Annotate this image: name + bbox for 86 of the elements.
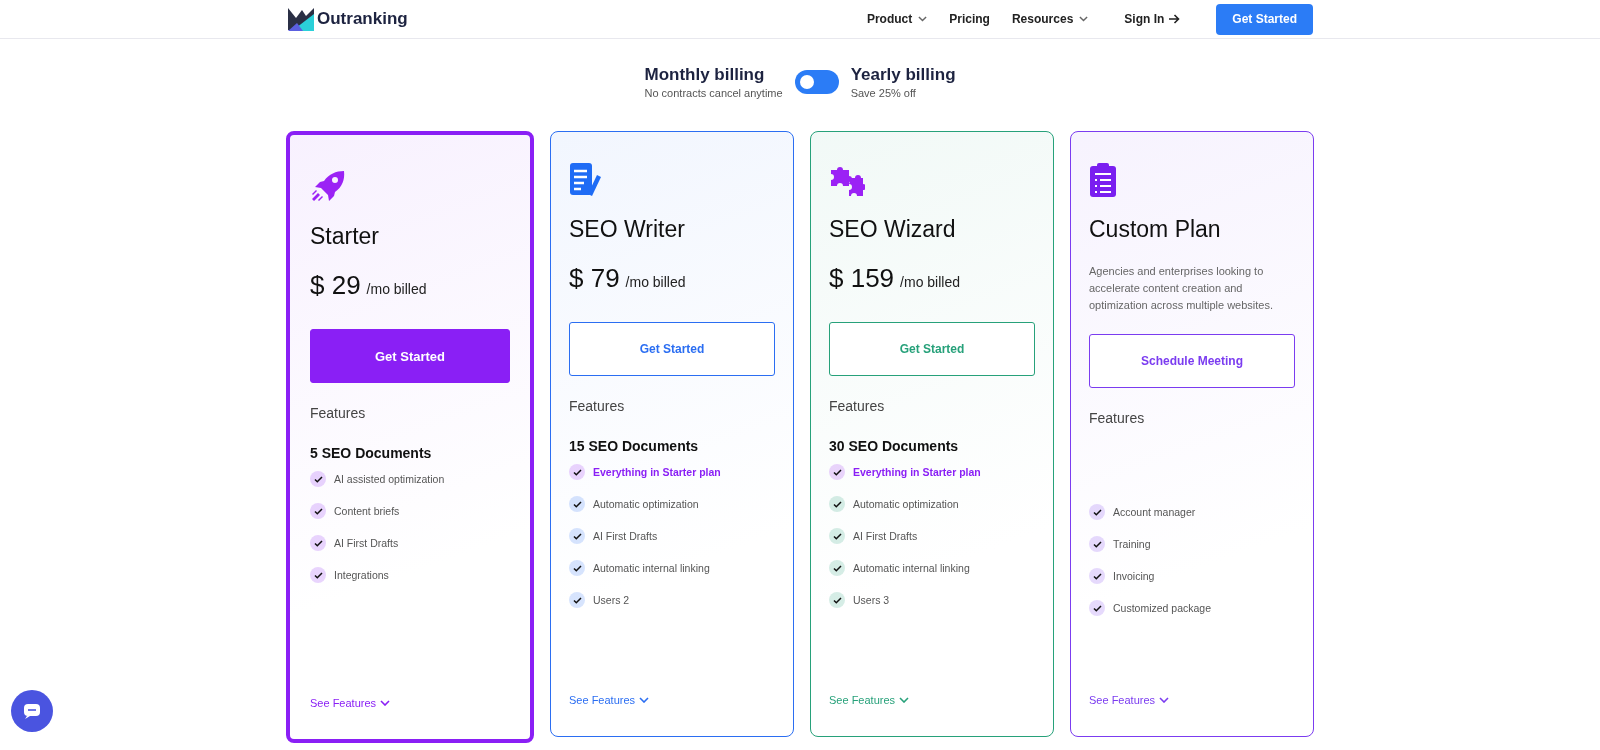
- nav-link[interactable]: Resources: [1011, 12, 1089, 26]
- chat-icon: [23, 703, 41, 719]
- check-icon: [310, 535, 326, 551]
- feature-text: AI First Drafts: [334, 537, 399, 549]
- feature-text: Automatic internal linking: [593, 562, 710, 574]
- feature-text: Users 2: [593, 594, 630, 606]
- feature-text: AI First Drafts: [593, 530, 658, 542]
- documents-count: 30 SEO Documents: [829, 438, 960, 454]
- feature-text: Content briefs: [334, 505, 400, 517]
- feature-text: Customized package: [1113, 602, 1212, 614]
- nav-link[interactable]: Product: [866, 12, 928, 26]
- check-icon: [569, 464, 585, 480]
- see-features-link[interactable]: See Features: [829, 694, 1035, 706]
- check-icon: [1089, 536, 1105, 552]
- documents-count: 5 SEO Documents: [310, 445, 433, 461]
- check-icon: [1089, 568, 1105, 584]
- check-icon: [1089, 600, 1105, 616]
- brand-name: Outranking: [317, 9, 408, 29]
- caret-icon: [918, 16, 928, 22]
- feature-text: AI First Drafts: [853, 530, 918, 542]
- document-pen-icon: [569, 162, 603, 198]
- price-period: /mo billed: [625, 274, 686, 290]
- plan-button[interactable]: Get Started: [310, 329, 510, 383]
- feature-text: AI assisted optimization: [334, 473, 445, 485]
- caret-icon: [639, 697, 650, 703]
- feature-text: Training: [1113, 538, 1151, 550]
- check-icon: [829, 496, 845, 512]
- feature-text: Automatic internal linking: [853, 562, 970, 574]
- features-label: Features: [569, 398, 626, 414]
- billing-option-subtitle: No contracts cancel anytime: [644, 87, 783, 99]
- billing-option-title: Monthly billing: [644, 65, 766, 85]
- features-label: Features: [829, 398, 886, 414]
- chat-button[interactable]: [11, 690, 53, 732]
- check-icon: [829, 560, 845, 576]
- plan-button[interactable]: Get Started: [569, 322, 775, 376]
- feature-text: Automatic optimization: [853, 498, 959, 510]
- feature-text: Automatic optimization: [593, 498, 699, 510]
- see-features-link[interactable]: See Features: [569, 694, 775, 706]
- feature-text: Invoicing: [1113, 570, 1155, 582]
- plan-price: $ 29: [310, 270, 361, 301]
- check-icon: [310, 503, 326, 519]
- price-period: /mo billed: [366, 281, 427, 297]
- plan-button[interactable]: Get Started: [829, 322, 1035, 376]
- plan-price: $ 159: [829, 263, 895, 294]
- see-features-link[interactable]: See Features: [1089, 694, 1295, 706]
- check-icon: [569, 496, 585, 512]
- feature-text: Account manager: [1113, 506, 1196, 518]
- plan-name: SEO Writer: [569, 216, 686, 243]
- features-label: Features: [1089, 410, 1146, 426]
- check-icon: [569, 592, 585, 608]
- billing-option-subtitle: Save 25% off: [850, 87, 917, 99]
- plan-button[interactable]: Schedule Meeting: [1089, 334, 1295, 388]
- caret-icon: [899, 697, 910, 703]
- plan-name: Custom Plan: [1089, 216, 1222, 243]
- see-features-link[interactable]: See Features: [310, 697, 510, 709]
- feature-text: Users 3: [853, 594, 890, 606]
- clipboard-list-icon: [1089, 162, 1117, 198]
- feature-text: Everything in Starter plan: [853, 466, 981, 478]
- puzzle-pieces-icon: [829, 166, 865, 198]
- plan-price: $ 79: [569, 263, 620, 294]
- plan-name: SEO Wizard: [829, 216, 957, 243]
- check-icon: [569, 560, 585, 576]
- caret-icon: [1159, 697, 1170, 703]
- check-icon: [310, 471, 326, 487]
- caret-icon: [1079, 16, 1089, 22]
- check-icon: [1089, 504, 1105, 520]
- feature-text: Everything in Starter plan: [593, 466, 721, 478]
- billing-option-title: Yearly billing: [850, 65, 956, 85]
- check-icon: [829, 528, 845, 544]
- plan-description: Agencies and enterprises looking to accelerate content creation and optimization across multiple websites.: [1089, 264, 1275, 313]
- logo-icon: [287, 6, 315, 32]
- documents-count: 15 SEO Documents: [569, 438, 700, 454]
- billing-toggle[interactable]: [794, 70, 839, 94]
- check-icon: [310, 567, 326, 583]
- check-icon: [829, 592, 845, 608]
- feature-text: Integrations: [334, 569, 389, 581]
- check-icon: [829, 464, 845, 480]
- get-started-button[interactable]: Get Started: [1216, 3, 1313, 35]
- nav-link[interactable]: Pricing: [949, 12, 990, 26]
- price-period: /mo billed: [900, 274, 960, 290]
- features-label: Features: [310, 405, 367, 421]
- arrow-right-icon: [1169, 14, 1181, 24]
- sign-in-link[interactable]: Sign In: [1124, 12, 1181, 26]
- plan-name: Starter: [310, 223, 381, 250]
- check-icon: [569, 528, 585, 544]
- caret-icon: [380, 700, 391, 706]
